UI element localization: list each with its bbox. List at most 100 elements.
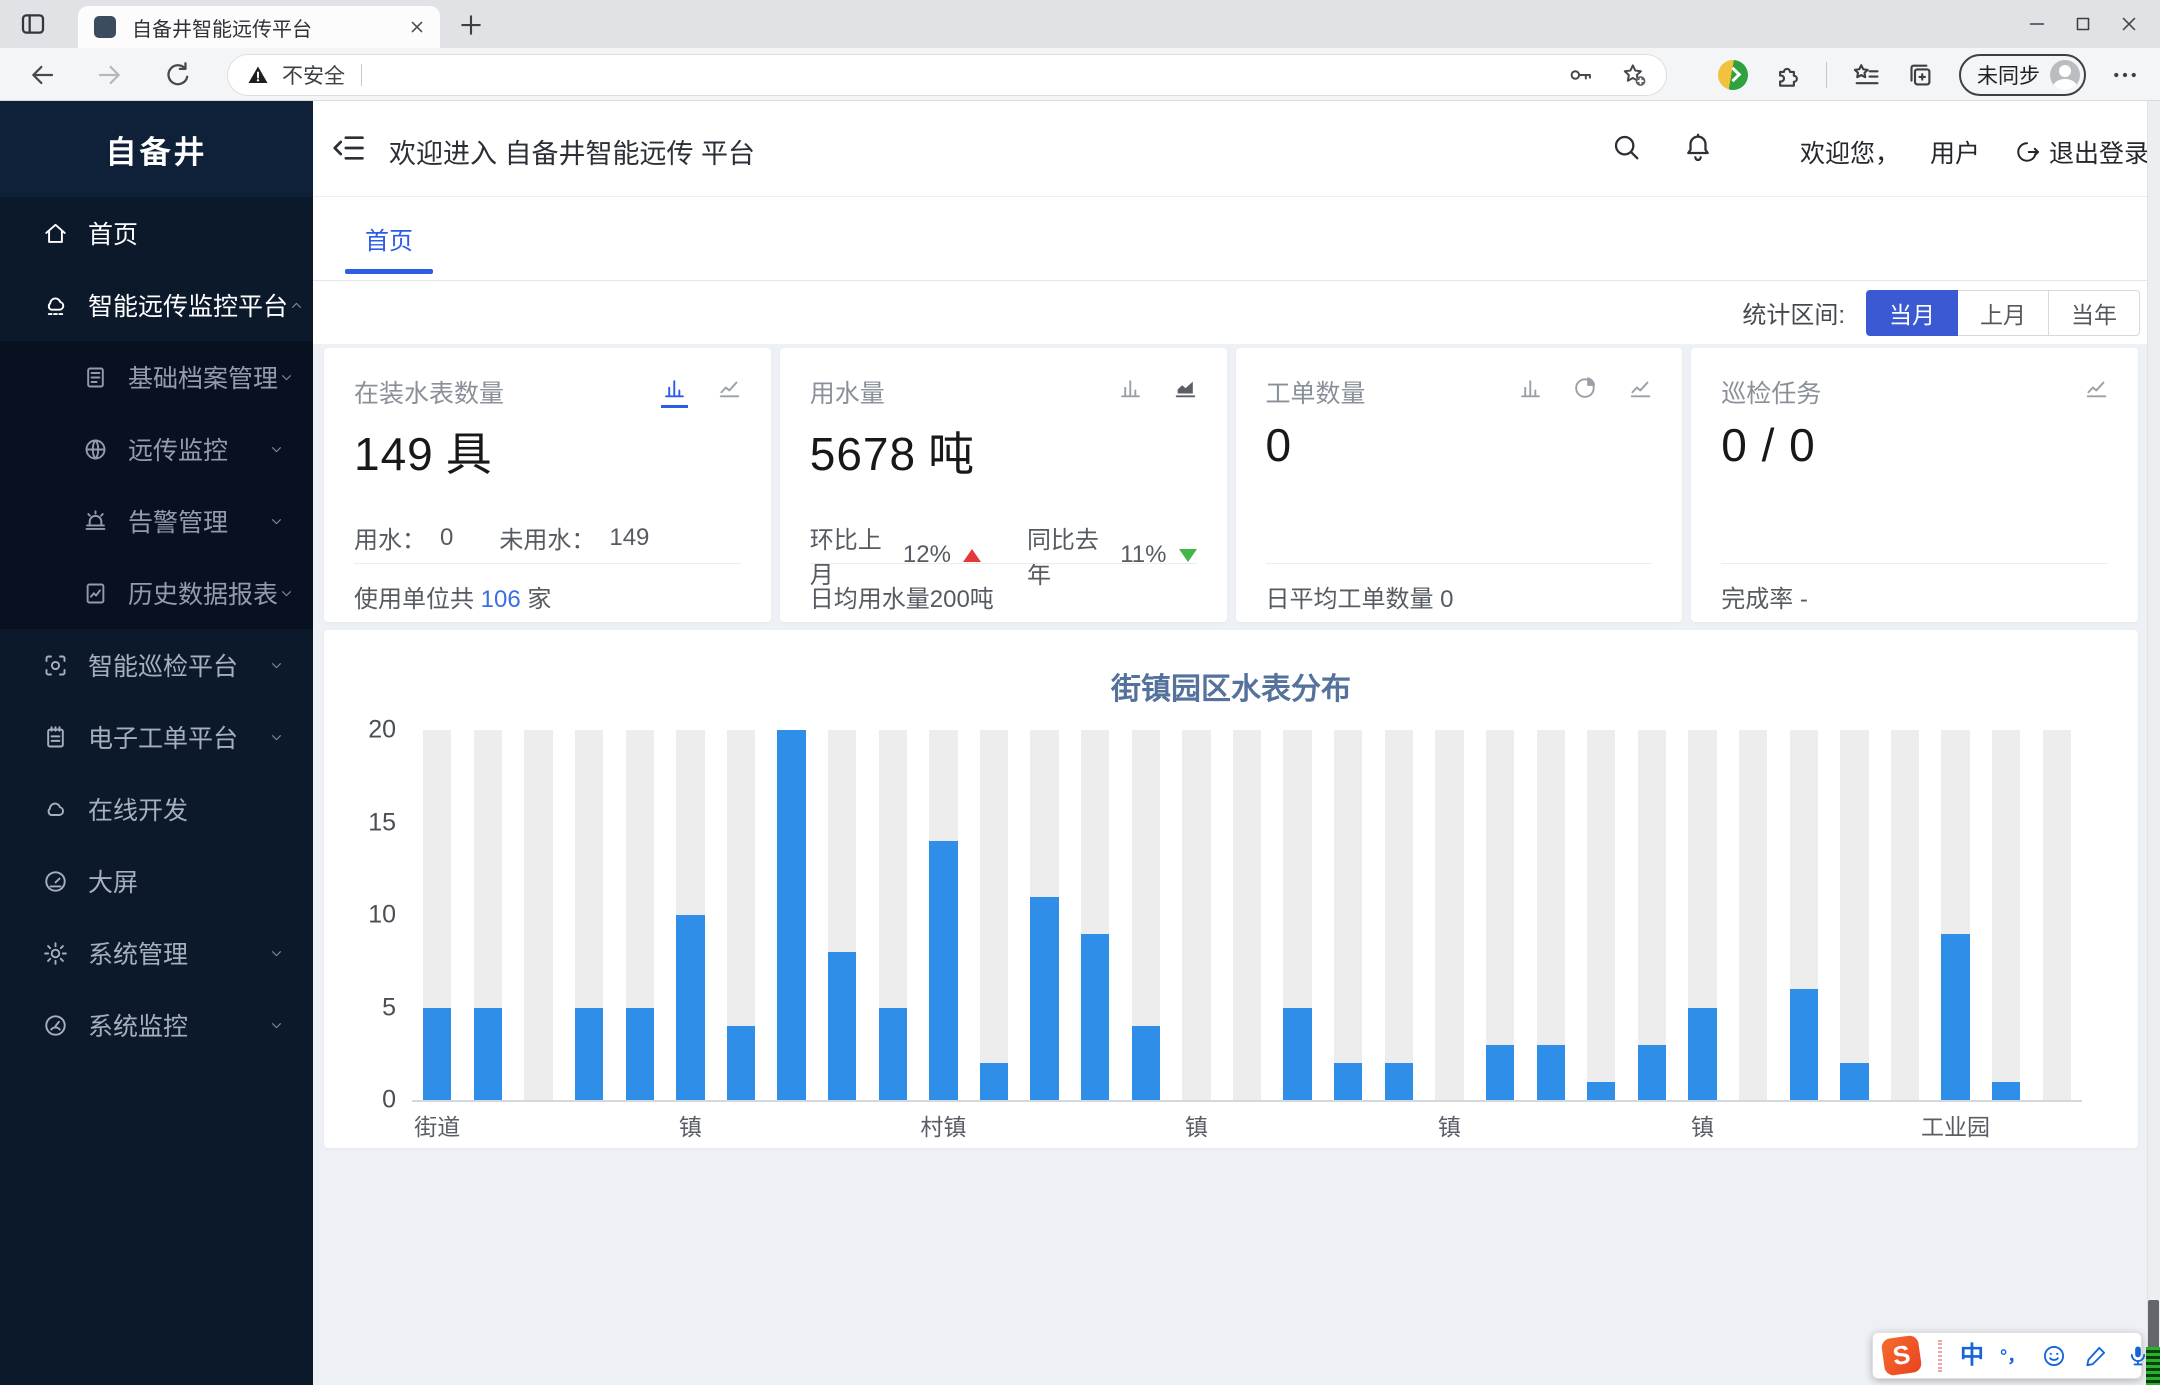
add-favorite-icon[interactable] xyxy=(1620,61,1648,89)
stat-card-water-usage: 用水量5678吨环比上月12%同比去年11%日均用水量200吨 xyxy=(780,348,1227,622)
bar-track xyxy=(980,730,1008,1100)
maximize-button[interactable] xyxy=(2060,7,2106,41)
bar-value[interactable] xyxy=(727,1026,755,1100)
bar-value[interactable] xyxy=(1688,1008,1716,1101)
extensions-puzzle-icon[interactable] xyxy=(1772,60,1802,90)
scrollbar-thumb[interactable] xyxy=(2148,1300,2159,1348)
bar-value[interactable] xyxy=(676,915,704,1100)
close-button[interactable] xyxy=(2106,7,2152,41)
forward-icon[interactable] xyxy=(94,59,126,91)
browser-tab[interactable]: 自备井智能远传平台 xyxy=(78,6,440,48)
tab-actions-icon[interactable] xyxy=(16,8,50,40)
ime-punctuation-icon[interactable]: °， xyxy=(2000,1347,2025,1365)
back-icon[interactable] xyxy=(26,59,58,91)
password-key-icon[interactable] xyxy=(1566,61,1594,89)
extension-green-icon[interactable] xyxy=(1718,60,1748,90)
chevron-down-icon xyxy=(268,513,285,530)
bar-value[interactable] xyxy=(1486,1045,1514,1101)
bar-value[interactable] xyxy=(1030,897,1058,1101)
sidebar-item-alarm-mgmt[interactable]: 告警管理 xyxy=(0,485,313,557)
address-bar[interactable]: 不安全 xyxy=(228,55,1666,95)
page-scrollbar[interactable] xyxy=(2147,101,2160,1385)
bar-value[interactable] xyxy=(1587,1082,1615,1101)
bar-value[interactable] xyxy=(980,1063,1008,1100)
bar-value[interactable] xyxy=(879,1008,907,1101)
bar-value[interactable] xyxy=(828,952,856,1100)
bar-value[interactable] xyxy=(1840,1063,1868,1100)
card-title: 工单数量 xyxy=(1266,374,1366,410)
not-secure-warning-icon[interactable] xyxy=(246,63,270,87)
tab-close-icon[interactable] xyxy=(406,16,428,38)
bar-value[interactable] xyxy=(626,1008,654,1101)
bar-chart-icon[interactable] xyxy=(1517,374,1544,401)
sidebar-item-remote-monitor[interactable]: 远传监控 xyxy=(0,413,313,485)
collections-icon[interactable] xyxy=(1905,60,1935,90)
favorites-bar-icon[interactable] xyxy=(1851,60,1881,90)
bell-icon[interactable] xyxy=(1682,131,1714,163)
ime-emoji-icon[interactable] xyxy=(2041,1343,2067,1369)
bar-slot-9 xyxy=(867,730,918,1100)
tab-home[interactable]: 首页 xyxy=(365,197,413,280)
bar-value[interactable] xyxy=(1385,1063,1413,1100)
bar-track xyxy=(1182,730,1210,1100)
bar-value[interactable] xyxy=(575,1008,603,1101)
bar-value[interactable] xyxy=(1638,1045,1666,1101)
range-button-current-month[interactable]: 当月 xyxy=(1866,290,1958,336)
bar-chart-icon[interactable] xyxy=(661,374,688,408)
ime-chinese-mode-icon[interactable]: 中 xyxy=(1960,1344,1984,1368)
sidebar-item-inspection-platform[interactable]: 智能巡检平台 xyxy=(0,629,313,701)
chevron-down-icon xyxy=(268,729,285,746)
search-icon[interactable] xyxy=(1610,131,1642,163)
sidebar-item-online-dev[interactable]: 在线开发 xyxy=(0,773,313,845)
bar-value[interactable] xyxy=(777,730,805,1100)
collapse-sidebar-icon[interactable] xyxy=(330,129,368,167)
line-chart-icon[interactable] xyxy=(1627,374,1654,401)
card-stats-row: 用水：0 未用水：149 xyxy=(354,520,741,555)
ime-mic-icon[interactable] xyxy=(2125,1343,2151,1369)
sidebar-item-big-screen[interactable]: 大屏 xyxy=(0,845,313,917)
bar-value[interactable] xyxy=(423,1008,451,1101)
bar-chart-icon[interactable] xyxy=(1117,374,1144,401)
bar-value[interactable] xyxy=(1992,1082,2020,1101)
bar-value[interactable] xyxy=(1537,1045,1565,1101)
welcome-text: 欢迎进入 自备井智能远传 平台 xyxy=(389,132,755,171)
minimize-button[interactable] xyxy=(2014,7,2060,41)
security-label[interactable]: 不安全 xyxy=(282,60,345,90)
card-stat: 用水：0 xyxy=(354,520,453,555)
bar-value[interactable] xyxy=(1081,934,1109,1101)
sidebar-item-basic-archives[interactable]: 基础档案管理 xyxy=(0,341,313,413)
bar-value[interactable] xyxy=(1941,934,1969,1101)
pie-chart-icon[interactable] xyxy=(1572,374,1599,401)
browser-profile-button[interactable]: 未同步 xyxy=(1959,54,2086,96)
bar-value[interactable] xyxy=(474,1008,502,1101)
bar-track xyxy=(1992,730,2020,1100)
card-stat: 未用水：149 xyxy=(499,520,649,555)
sidebar-item-remote-platform[interactable]: 智能远传监控平台 xyxy=(0,269,313,341)
y-axis-tick: 0 xyxy=(382,1086,396,1115)
refresh-icon[interactable] xyxy=(162,59,194,91)
settings-more-icon[interactable] xyxy=(2110,60,2140,90)
logout-button[interactable]: 退出登录 xyxy=(2013,134,2149,170)
line-chart-icon[interactable] xyxy=(716,374,743,401)
sidebar-item-home[interactable]: 首页 xyxy=(0,197,313,269)
sidebar-item-workorder-platform[interactable]: 电子工单平台 xyxy=(0,701,313,773)
bar-value[interactable] xyxy=(1790,989,1818,1100)
sogou-logo-icon[interactable]: S xyxy=(1881,1335,1923,1377)
bar-slot-24 xyxy=(1627,730,1678,1100)
sidebar-item-label: 智能远传监控平台 xyxy=(88,287,288,323)
line-chart-icon[interactable] xyxy=(2083,374,2110,401)
sidebar-item-system-monitor[interactable]: 系统监控 xyxy=(0,989,313,1061)
area-chart-icon[interactable] xyxy=(1172,374,1199,401)
range-button-last-month[interactable]: 上月 xyxy=(1957,290,2049,336)
bar-value[interactable] xyxy=(929,841,957,1100)
range-button-current-year[interactable]: 当年 xyxy=(2048,290,2140,336)
username-text[interactable]: 用户 xyxy=(1930,134,1980,170)
bar-value[interactable] xyxy=(1132,1026,1160,1100)
bar-value[interactable] xyxy=(1283,1008,1311,1101)
bar-value[interactable] xyxy=(1334,1063,1362,1100)
new-tab-icon[interactable] xyxy=(456,10,486,40)
sidebar-item-history-reports[interactable]: 历史数据报表 xyxy=(0,557,313,629)
sidebar-item-system-mgmt[interactable]: 系统管理 xyxy=(0,917,313,989)
logout-label: 退出登录 xyxy=(2049,134,2149,170)
ime-pencil-icon[interactable] xyxy=(2083,1343,2109,1369)
